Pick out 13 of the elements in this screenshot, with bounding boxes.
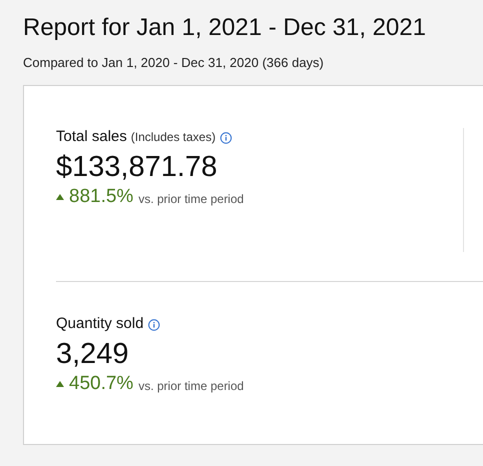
comparison-subtitle: Compared to Jan 1, 2020 - Dec 31, 2020 (366 days) bbox=[23, 55, 325, 71]
info-icon[interactable] bbox=[148, 319, 160, 331]
info-icon[interactable] bbox=[220, 132, 232, 144]
comparison-text: vs. prior time period bbox=[138, 192, 244, 206]
comparison-text: vs. prior time period bbox=[138, 378, 244, 392]
metric-note: (Includes taxes) bbox=[130, 130, 216, 144]
metric-label: Quantity sold bbox=[56, 315, 144, 332]
metric-label: Total sales bbox=[56, 128, 127, 145]
metric-value: $133,871.78 bbox=[56, 150, 218, 185]
change-percent: 450.7% bbox=[69, 373, 134, 395]
report-title: Report for Jan 1, 2021 - Dec 31, 2021 bbox=[23, 13, 427, 43]
metric-value: 3,249 bbox=[56, 337, 130, 372]
change-percent: 881.5% bbox=[69, 186, 134, 208]
